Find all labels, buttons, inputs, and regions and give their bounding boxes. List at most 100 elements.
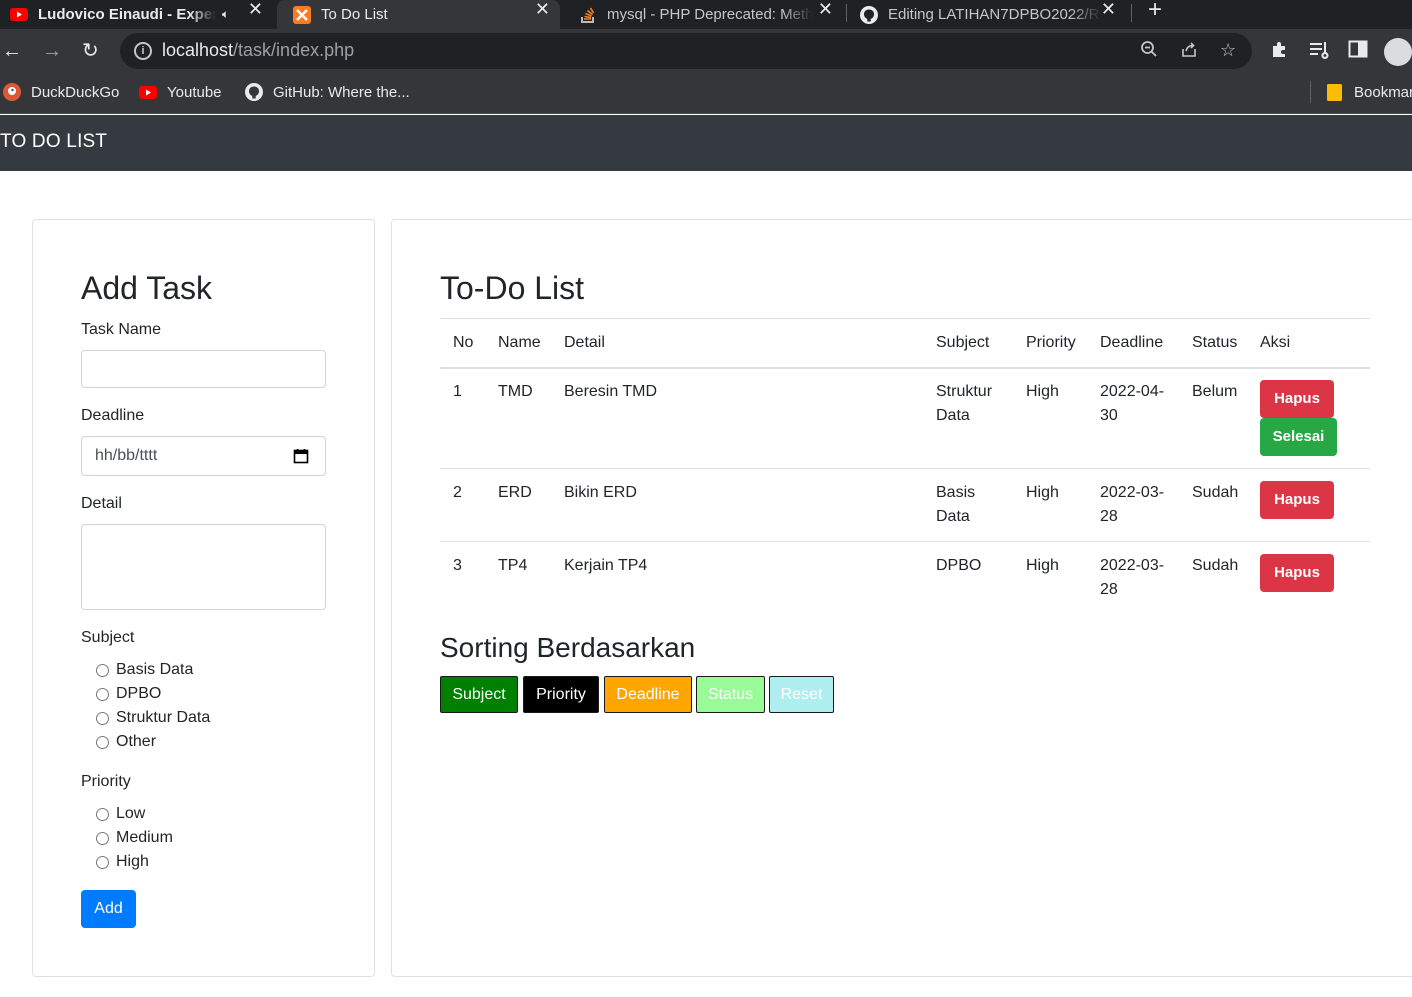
- row-border: [440, 468, 1370, 469]
- folder-icon: [1326, 83, 1344, 101]
- extensions-icon[interactable]: [1270, 39, 1290, 64]
- cell-subject: Basis: [936, 484, 976, 501]
- sort-deadline-button[interactable]: Deadline: [604, 676, 692, 713]
- info-icon[interactable]: i: [134, 42, 152, 60]
- column-header-detail: Detail: [564, 334, 605, 351]
- speaker-icon[interactable]: 🔈︎: [222, 7, 229, 22]
- reading-list-icon[interactable]: [1308, 39, 1330, 64]
- radio-button[interactable]: [96, 735, 109, 749]
- close-icon[interactable]: ✕: [248, 0, 263, 18]
- cell-deadline: 2022-03-: [1100, 557, 1165, 574]
- radio-button[interactable]: [96, 711, 109, 725]
- cell-subject: Struktur: [936, 383, 993, 400]
- deadline-placeholder: hh/bb/tttt: [95, 447, 158, 464]
- column-header-deadline: Deadline: [1100, 334, 1164, 351]
- add-button[interactable]: Add: [81, 890, 136, 928]
- detail-label: Detail: [81, 495, 122, 512]
- browser-tab-stackoverflow[interactable]: mysql - PHP Deprecated: Methods with the…: [563, 0, 845, 29]
- radio-button[interactable]: [96, 855, 109, 869]
- cell-subject: DPBO: [936, 557, 982, 574]
- site-navbar: TO DO LIST: [0, 115, 1412, 171]
- profile-avatar[interactable]: [1384, 38, 1412, 66]
- cell-deadline: 2022-04-: [1100, 383, 1165, 400]
- radio-button[interactable]: [96, 807, 109, 821]
- browser-tab-youtube[interactable]: Ludovico Einaudi - Experience 🔈︎ ✕: [0, 0, 275, 29]
- radio-button[interactable]: [96, 663, 109, 677]
- cell-no: 3: [453, 557, 462, 574]
- forward-icon[interactable]: →: [42, 39, 62, 63]
- task-name-label: Task Name: [81, 321, 162, 338]
- row-border: [440, 541, 1370, 542]
- todo-list-title: To-Do List: [440, 270, 585, 306]
- deadline-label: Deadline: [81, 407, 145, 424]
- bookmark-github[interactable]: GitHub: Where the...: [245, 83, 410, 101]
- sort-priority-button[interactable]: Priority: [523, 676, 599, 713]
- duckduckgo-icon: [3, 83, 21, 101]
- cell-no: 1: [453, 383, 462, 400]
- bookmark-duckduckgo[interactable]: DuckDuckGo: [3, 83, 119, 101]
- sort-subject-button[interactable]: Subject: [440, 676, 518, 713]
- address-bar[interactable]: i localhost/task/index.php ☆: [120, 33, 1252, 69]
- tab-title: Editing LATIHAN7DPBO2022/README.md: [888, 6, 1102, 23]
- back-icon[interactable]: ←: [2, 39, 22, 63]
- bookmarks-folder[interactable]: Bookmarks: [1326, 83, 1412, 101]
- share-icon[interactable]: [1180, 40, 1198, 63]
- url-text[interactable]: localhost/task/index.php: [162, 40, 354, 61]
- tab-title: To Do List: [321, 6, 388, 23]
- bookmark-youtube[interactable]: Youtube: [139, 83, 222, 101]
- hapus-button[interactable]: Hapus: [1260, 481, 1334, 519]
- sort-reset-button[interactable]: Reset: [769, 676, 834, 713]
- priority-option-high[interactable]: High: [96, 853, 149, 871]
- cell-status: Sudah: [1192, 484, 1239, 501]
- zoom-icon[interactable]: [1140, 40, 1158, 63]
- close-icon[interactable]: ✕: [1101, 0, 1116, 18]
- side-panel-icon[interactable]: [1348, 40, 1368, 63]
- subject-option-other[interactable]: Other: [96, 733, 156, 751]
- add-task-title: Add Task: [81, 270, 213, 306]
- tab-title: Ludovico Einaudi - Experience: [38, 6, 216, 23]
- table-header-border: [440, 367, 1370, 369]
- cell-deadline: 30: [1100, 407, 1118, 424]
- task-name-input[interactable]: [81, 350, 326, 388]
- detail-textarea[interactable]: [81, 524, 326, 610]
- hapus-button[interactable]: Hapus: [1260, 554, 1334, 592]
- cell-name: TP4: [498, 557, 528, 574]
- cell-subject: Data: [936, 508, 970, 525]
- tab-title: mysql - PHP Deprecated: Methods with the…: [607, 6, 813, 23]
- priority-label: Priority: [81, 773, 131, 790]
- radio-button[interactable]: [96, 831, 109, 845]
- stackoverflow-icon: [579, 6, 597, 24]
- github-icon: [245, 83, 263, 101]
- close-icon[interactable]: ✕: [818, 0, 833, 18]
- cell-subject: Data: [936, 407, 970, 424]
- subject-label: Subject: [81, 629, 135, 646]
- cell-name: TMD: [498, 383, 533, 400]
- cell-deadline: 28: [1100, 508, 1118, 525]
- cell-status: Belum: [1192, 383, 1238, 400]
- browser-tab-todo[interactable]: To Do List ✕: [277, 0, 560, 29]
- subject-option-dpbo[interactable]: DPBO: [96, 685, 161, 703]
- column-header-status: Status: [1192, 334, 1238, 351]
- hapus-button[interactable]: Hapus: [1260, 380, 1334, 418]
- close-icon[interactable]: ✕: [535, 0, 550, 18]
- browser-toolbar: ← → ↻ i localhost/task/index.php ☆: [0, 29, 1412, 74]
- star-icon[interactable]: ☆: [1220, 40, 1236, 61]
- reload-icon[interactable]: ↻: [82, 39, 99, 63]
- todo-list-card: [391, 219, 1412, 977]
- new-tab-icon[interactable]: +: [1148, 0, 1162, 24]
- subject-option-basis-data[interactable]: Basis Data: [96, 661, 193, 679]
- cell-priority: High: [1026, 557, 1059, 574]
- calendar-icon[interactable]: [293, 448, 309, 464]
- xampp-icon: [293, 5, 311, 24]
- youtube-icon: [10, 6, 28, 24]
- sort-status-button[interactable]: Status: [696, 676, 765, 713]
- radio-button[interactable]: [96, 687, 109, 701]
- selesai-button[interactable]: Selesai: [1260, 418, 1337, 456]
- subject-option-struktur-data[interactable]: Struktur Data: [96, 709, 210, 727]
- navbar-brand[interactable]: TO DO LIST: [0, 131, 107, 153]
- priority-option-low[interactable]: Low: [96, 805, 145, 823]
- deadline-input[interactable]: hh/bb/tttt: [81, 436, 326, 476]
- github-icon: [860, 5, 878, 24]
- browser-tab-github[interactable]: Editing LATIHAN7DPBO2022/README.md ✕: [848, 0, 1130, 29]
- priority-option-medium[interactable]: Medium: [96, 829, 173, 847]
